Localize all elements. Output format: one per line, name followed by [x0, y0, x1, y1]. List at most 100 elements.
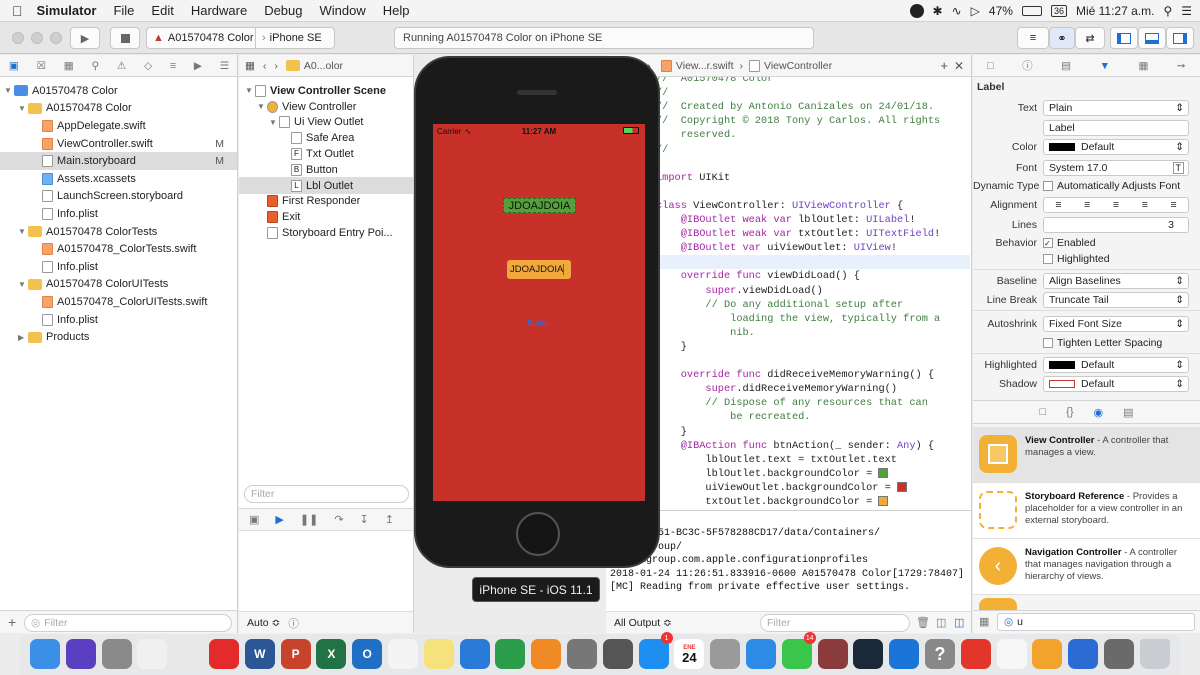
test-nav-icon[interactable]: ◇: [144, 60, 152, 72]
scheme-selector[interactable]: ▲ A01570478 Color: [146, 27, 256, 49]
launchpad-icon[interactable]: [101, 639, 132, 669]
text-value-input[interactable]: Label: [1043, 119, 1189, 136]
nav-item-swift[interactable]: AppDelegate.swift: [0, 117, 237, 135]
color-select[interactable]: Default ⇕: [1043, 138, 1189, 155]
connections-inspector-icon[interactable]: ➙: [1177, 60, 1186, 72]
output-select[interactable]: All Output ≎: [614, 617, 672, 629]
pause-icon[interactable]: ❚❚: [300, 513, 318, 526]
font-field[interactable]: System 17.0 T: [1043, 159, 1189, 176]
info-icon[interactable]: ⓘ: [288, 616, 299, 631]
alignment-segmented[interactable]: ≡ ≡ ≡ ≡ ≡: [1043, 196, 1189, 213]
menu-file[interactable]: File: [113, 3, 134, 18]
breakpoints-toggle-icon[interactable]: ▶: [275, 513, 283, 526]
step-into-icon[interactable]: ↧: [360, 513, 369, 526]
step-over-icon[interactable]: ↷: [334, 513, 343, 526]
help-icon[interactable]: ⓘ: [1022, 58, 1033, 73]
add-editor-icon[interactable]: +: [940, 58, 948, 73]
auto-select[interactable]: Auto ≎: [247, 617, 280, 629]
calculator-icon[interactable]: [602, 639, 633, 669]
outline-jump-path[interactable]: A0...olor: [304, 60, 343, 72]
object-library-icon[interactable]: ◉: [1094, 406, 1104, 419]
date-badge[interactable]: 36: [1050, 5, 1067, 17]
device-selector[interactable]: › iPhone SE: [255, 27, 335, 49]
issue-nav-icon[interactable]: ⚠: [117, 60, 126, 72]
nav-item-folder[interactable]: ▼ A01570478 Color: [0, 100, 237, 118]
library-filter-input[interactable]: ◎ u: [997, 613, 1195, 631]
file-template-icon[interactable]: □: [1039, 406, 1046, 418]
blank-icon[interactable]: [1104, 639, 1134, 669]
library-item[interactable]: ‹ Navigation Controller - A controller th…: [973, 539, 1200, 595]
keynote-icon[interactable]: [459, 639, 490, 669]
powerpoint-icon[interactable]: P: [280, 639, 311, 669]
volume-icon[interactable]: ▷: [971, 4, 980, 18]
notification-center-icon[interactable]: ☰: [1181, 4, 1192, 18]
nav-item-assets[interactable]: Assets.xcassets: [0, 170, 237, 188]
symbol-nav-icon[interactable]: ▦: [64, 60, 74, 72]
autoshrink-select[interactable]: Fixed Font Size ⇕: [1043, 315, 1189, 332]
steam-icon[interactable]: [853, 639, 884, 669]
minimize-window-button[interactable]: [31, 32, 43, 44]
simulator-icon[interactable]: [1068, 639, 1099, 669]
nav-item-storyboard[interactable]: Main.storyboard M: [0, 152, 237, 170]
report-nav-icon[interactable]: ☰: [220, 60, 229, 72]
menu-help[interactable]: Help: [383, 3, 410, 18]
rocket-icon[interactable]: [567, 639, 597, 669]
toggle-navigator-button[interactable]: [1110, 27, 1138, 49]
color-literal-swatch[interactable]: [897, 482, 907, 493]
zoom-window-button[interactable]: [50, 32, 62, 44]
calendar-icon[interactable]: ENE 24: [674, 639, 705, 669]
tighten-checkbox[interactable]: [1043, 337, 1053, 348]
nav-item-swift[interactable]: A01570478_ColorTests.swift: [0, 240, 237, 258]
library-item[interactable]: Storyboard Reference - Provides a placeh…: [973, 483, 1200, 539]
folder-nav-icon[interactable]: ▣: [9, 60, 19, 72]
chevron-down-icon[interactable]: ▼: [4, 86, 14, 95]
debug-nav-icon[interactable]: ≡: [170, 60, 176, 72]
find-nav-icon[interactable]: ⚲: [91, 60, 99, 72]
nav-item-swift[interactable]: A01570478_ColorUITests.swift: [0, 293, 237, 311]
excel-icon[interactable]: X: [316, 639, 347, 669]
status-app-icon[interactable]: [909, 4, 924, 18]
toggle-debug-button[interactable]: [1138, 27, 1166, 49]
ibooks-icon[interactable]: [531, 639, 562, 669]
menu-window[interactable]: Window: [320, 3, 366, 18]
nav-item-project[interactable]: ▼ A01570478 Color: [0, 82, 237, 100]
version-editor-button[interactable]: ⇄: [1075, 27, 1105, 49]
reminders-icon[interactable]: [996, 639, 1027, 669]
finder-icon[interactable]: [30, 639, 60, 669]
word-icon[interactable]: W: [244, 639, 275, 669]
size-inspector-icon[interactable]: ▦: [1138, 60, 1148, 72]
editor-jump-file[interactable]: View...r.swift: [676, 60, 734, 72]
attributes-inspector-icon[interactable]: ▼: [1100, 60, 1110, 72]
menu-debug[interactable]: Debug: [264, 3, 302, 18]
file-inspector-icon[interactable]: □: [987, 60, 993, 72]
align-right-icon[interactable]: ≡: [1113, 199, 1119, 211]
roblox-icon[interactable]: [960, 639, 991, 669]
menu-app-name[interactable]: Simulator: [37, 3, 97, 18]
color-literal-swatch[interactable]: [878, 468, 889, 479]
hide-debug-icon[interactable]: ▣: [249, 513, 259, 526]
trash-icon[interactable]: 🗑: [916, 616, 930, 629]
console[interactable]: -51D5-4751-BC3C-5F578288CD17/data/Contai…: [606, 510, 972, 633]
menu-edit[interactable]: Edit: [151, 3, 173, 18]
nav-item-plist[interactable]: Info.plist: [0, 205, 237, 223]
split-view-icon-2[interactable]: ◫: [954, 616, 964, 629]
navigator-filter-input[interactable]: ◎ Filter: [24, 614, 232, 632]
back-icon[interactable]: ‹: [263, 60, 267, 72]
numbers-icon[interactable]: [495, 639, 526, 669]
siri-icon[interactable]: [65, 639, 96, 669]
breakpoint-nav-icon[interactable]: ▶: [194, 60, 202, 72]
console-filter-input[interactable]: Filter: [760, 614, 910, 632]
text-type-select[interactable]: Plain ⇕: [1043, 99, 1189, 116]
outline-item[interactable]: Storyboard Entry Poi...: [239, 224, 413, 242]
music-icon[interactable]: [137, 639, 168, 669]
font-picker-icon[interactable]: T: [1172, 161, 1184, 174]
chrome-icon[interactable]: [173, 639, 204, 669]
standard-editor-button[interactable]: ≡: [1017, 27, 1049, 49]
nav-item-swift[interactable]: ViewController.swift M: [0, 135, 237, 153]
apple-icon[interactable]: : [12, 3, 23, 19]
nav-item-folder[interactable]: ▼ A01570478 ColorUITests: [0, 276, 237, 294]
highlighted-select[interactable]: Default ⇕: [1043, 356, 1189, 373]
align-justify-icon[interactable]: ≡: [1142, 199, 1148, 211]
add-icon[interactable]: +: [8, 614, 16, 630]
trash-icon[interactable]: [1139, 639, 1170, 669]
